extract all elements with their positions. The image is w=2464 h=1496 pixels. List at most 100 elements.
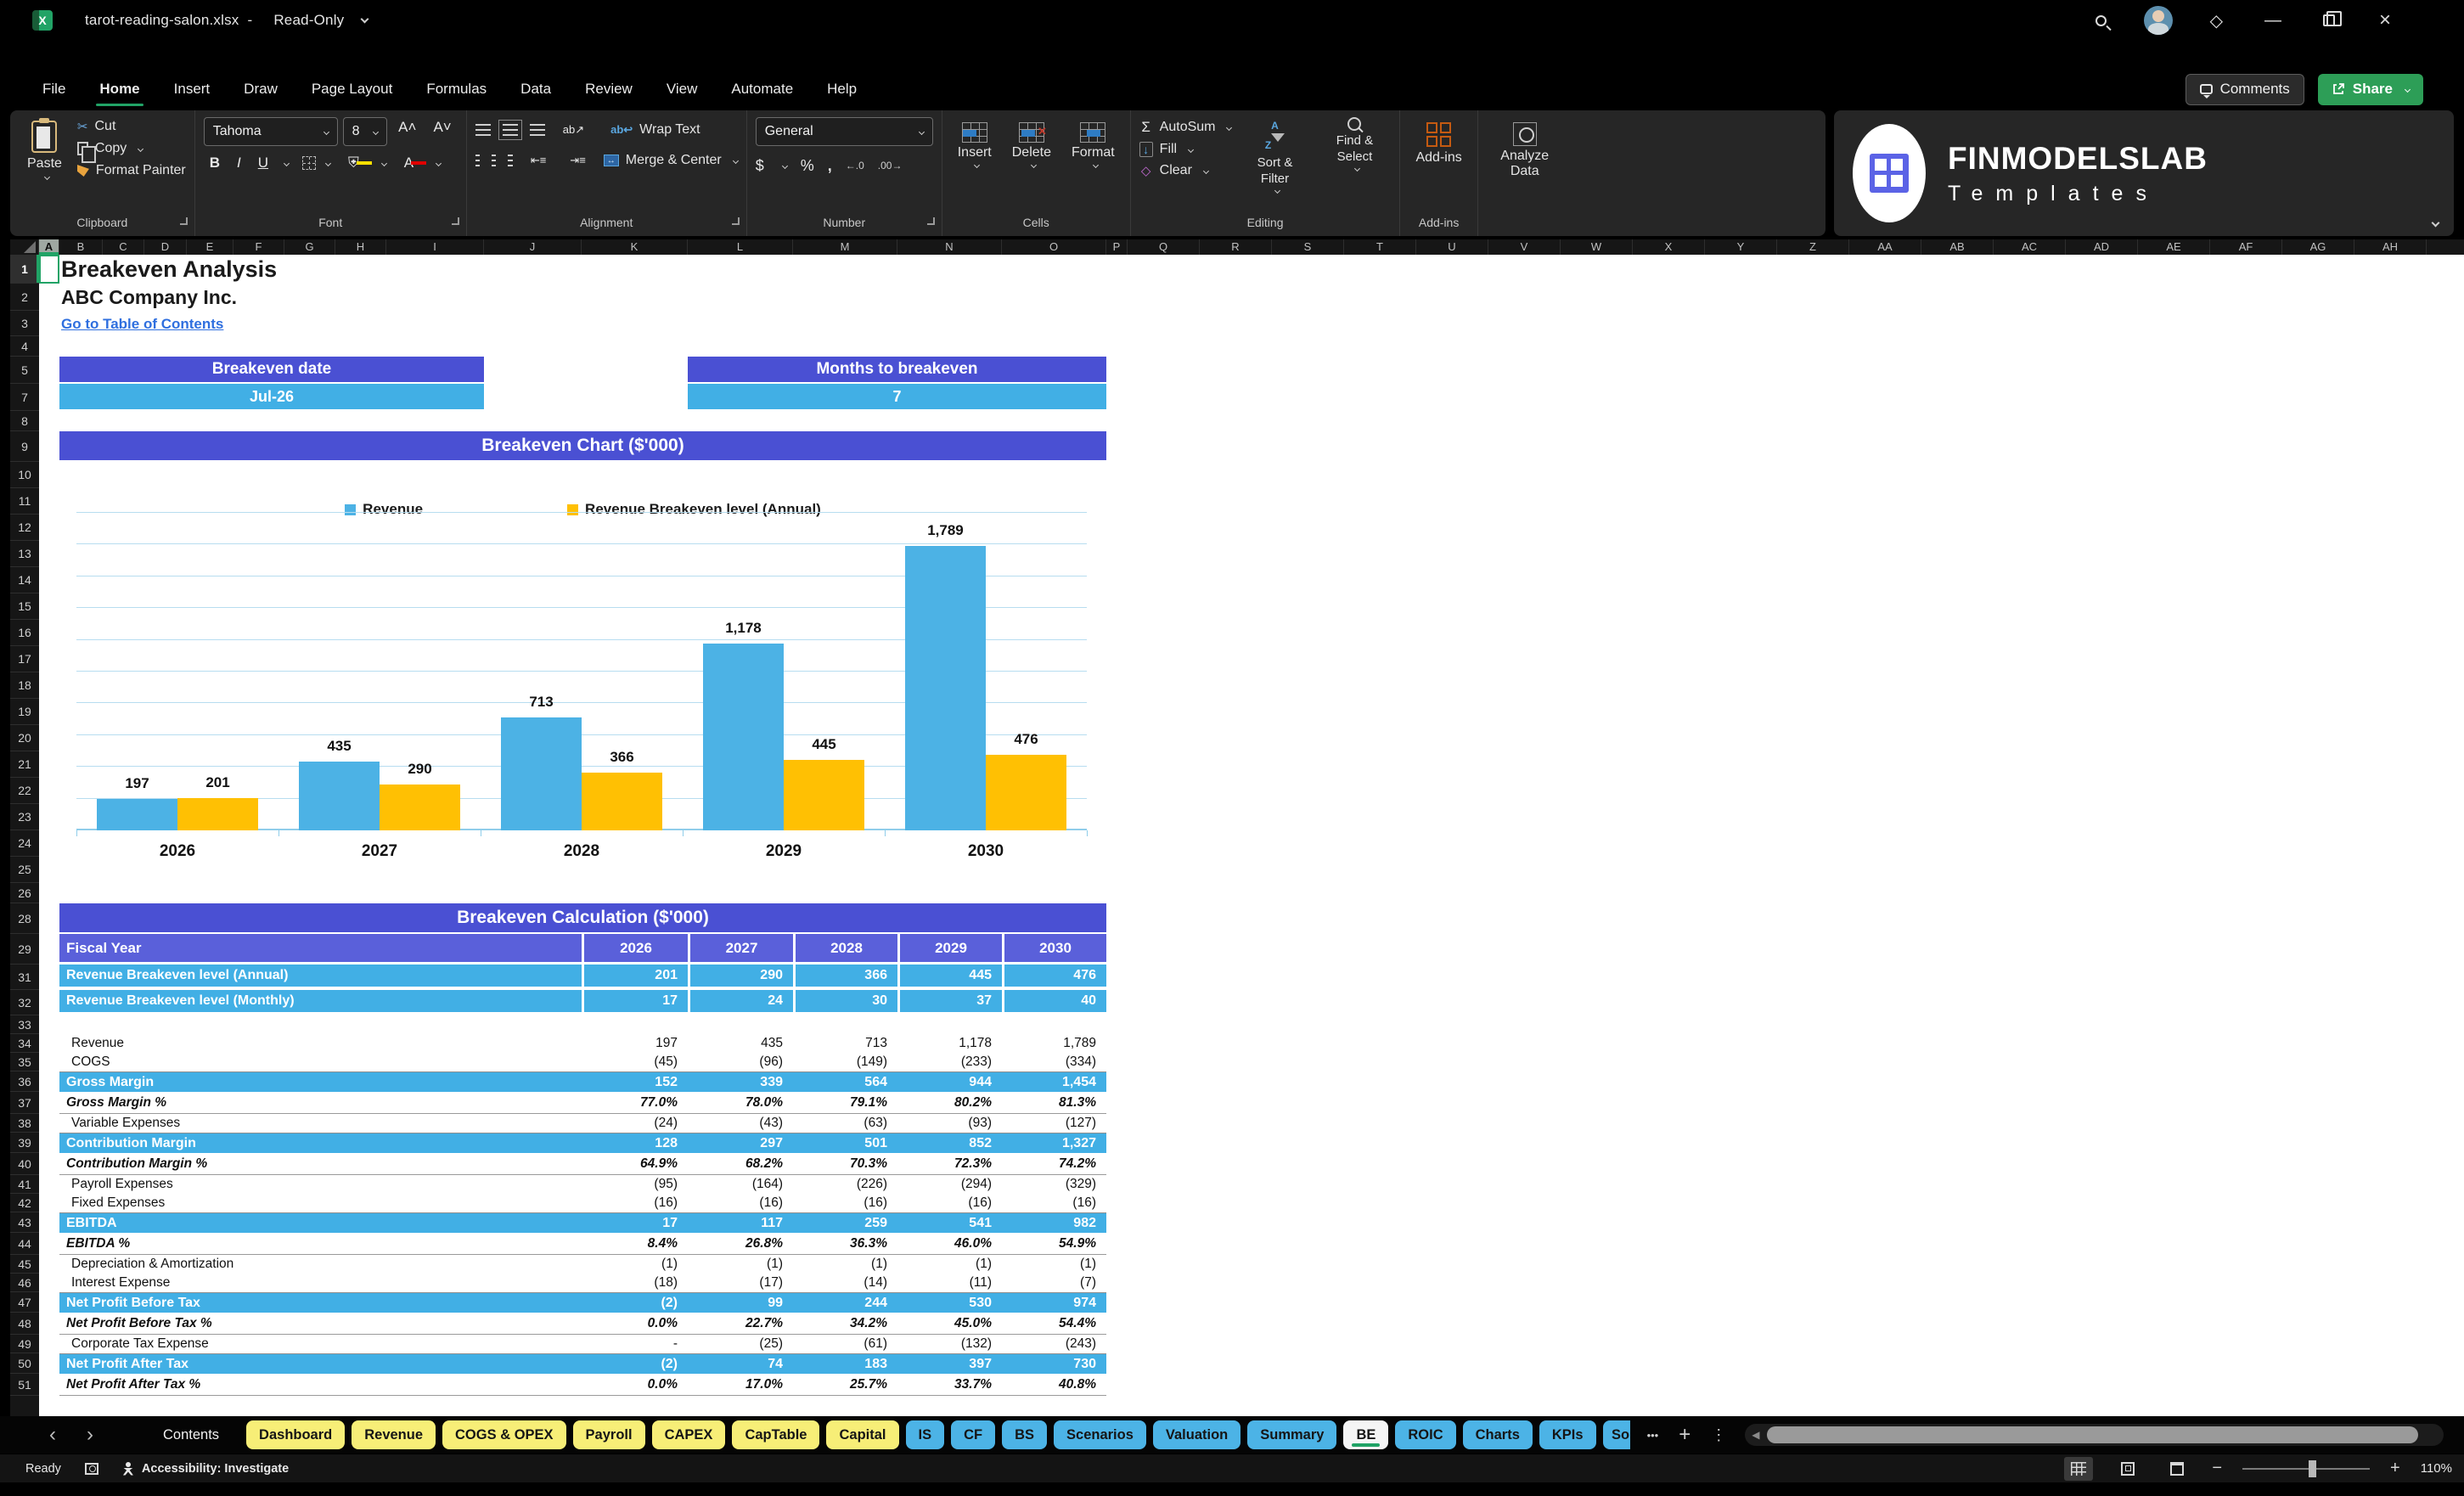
column-header-D[interactable]: D <box>144 239 187 255</box>
sheet-tab-contents[interactable]: Contents <box>143 1420 239 1449</box>
column-header-W[interactable]: W <box>1561 239 1633 255</box>
worksheet-grid[interactable]: Breakeven Analysis ABC Company Inc. Go t… <box>39 255 2464 1416</box>
sheet-tab-revenue[interactable]: Revenue <box>352 1420 436 1449</box>
table-cell[interactable]: 1,454 <box>1002 1072 1106 1092</box>
table-cell[interactable]: 80.2% <box>897 1092 1002 1113</box>
row-label[interactable]: Contribution Margin % <box>59 1153 582 1174</box>
sheet-tab-cf[interactable]: CF <box>951 1420 996 1449</box>
table-cell[interactable]: (127) <box>1002 1114 1106 1133</box>
row-header-13[interactable]: 13 <box>10 541 39 567</box>
column-header-J[interactable]: J <box>484 239 582 255</box>
tab-overflow-button[interactable]: ••• <box>1637 1429 1669 1442</box>
table-cell[interactable]: 8.4% <box>582 1233 688 1254</box>
table-cell[interactable]: 24 <box>688 990 793 1012</box>
table-cell[interactable]: 40 <box>1002 990 1106 1012</box>
table-cell[interactable]: 530 <box>897 1293 1002 1313</box>
row-label[interactable]: Variable Expenses <box>59 1114 582 1133</box>
table-cell[interactable]: (61) <box>793 1335 897 1353</box>
row-header-14[interactable]: 14 <box>10 567 39 593</box>
column-header-V[interactable]: V <box>1488 239 1561 255</box>
column-header-Q[interactable]: Q <box>1128 239 1200 255</box>
column-header-P[interactable]: P <box>1106 239 1128 255</box>
row-header-32[interactable]: 32 <box>10 990 39 1015</box>
row-header-40[interactable]: 40 <box>10 1153 39 1175</box>
table-cell[interactable]: (1) <box>1002 1255 1106 1274</box>
table-cell[interactable]: 501 <box>793 1133 897 1153</box>
premium-diamond-icon[interactable]: ◇ <box>2210 10 2223 31</box>
row-header-3[interactable]: 3 <box>10 311 39 336</box>
row-label[interactable]: Interest Expense <box>59 1274 582 1292</box>
table-cell[interactable]: (17) <box>688 1274 793 1292</box>
fiscal-year-2029[interactable]: 2029 <box>897 934 1002 962</box>
menu-tab-page-layout[interactable]: Page Layout <box>295 74 409 104</box>
minimize-button[interactable]: — <box>2260 11 2286 31</box>
table-cell[interactable]: 74 <box>688 1354 793 1374</box>
table-cell[interactable]: 64.9% <box>582 1153 688 1174</box>
table-cell[interactable]: 564 <box>793 1072 897 1092</box>
row-label[interactable]: Payroll Expenses <box>59 1175 582 1194</box>
table-cell[interactable]: 81.3% <box>1002 1092 1106 1113</box>
row-header-37[interactable]: 37 <box>10 1092 39 1114</box>
menu-tab-home[interactable]: Home <box>82 74 156 106</box>
column-header-B[interactable]: B <box>59 239 103 255</box>
sheet-tab-kpis[interactable]: KPIs <box>1539 1420 1596 1449</box>
table-cell[interactable]: (2) <box>582 1354 688 1374</box>
sheet-tab-bs[interactable]: BS <box>1002 1420 1048 1449</box>
table-cell[interactable]: (149) <box>793 1053 897 1071</box>
table-cell[interactable]: (334) <box>1002 1053 1106 1071</box>
table-cell[interactable]: 128 <box>582 1133 688 1153</box>
merge-center-button[interactable]: ↔ Merge & Center <box>603 153 739 168</box>
fiscal-year-2026[interactable]: 2026 <box>582 934 688 962</box>
row-header-23[interactable]: 23 <box>10 804 39 830</box>
table-cell[interactable]: 72.3% <box>897 1153 1002 1174</box>
sheet-tab-summary[interactable]: Summary <box>1247 1420 1337 1449</box>
row-header-17[interactable]: 17 <box>10 646 39 672</box>
decrease-indent-button[interactable]: ⇤≡ <box>525 152 552 169</box>
horizontal-scrollbar[interactable]: ◀ <box>1745 1424 2444 1446</box>
menu-tab-file[interactable]: File <box>25 74 82 104</box>
row-header-49[interactable]: 49 <box>10 1335 39 1353</box>
table-cell[interactable]: (63) <box>793 1114 897 1133</box>
table-cell[interactable]: 974 <box>1002 1293 1106 1313</box>
row-header-25[interactable]: 25 <box>10 857 39 883</box>
row-label[interactable]: Revenue Breakeven level (Annual) <box>59 965 582 987</box>
table-cell[interactable]: 982 <box>1002 1213 1106 1233</box>
table-cell[interactable]: 17 <box>582 1213 688 1233</box>
decrease-decimal-button[interactable]: .00→ <box>878 160 903 172</box>
column-header-AH[interactable]: AH <box>2354 239 2427 255</box>
align-bottom-button[interactable] <box>529 124 545 136</box>
title-chevron-icon[interactable] <box>360 14 369 24</box>
table-of-contents-link[interactable]: Go to Table of Contents <box>61 316 223 333</box>
column-header-N[interactable]: N <box>897 239 1002 255</box>
table-cell[interactable]: (45) <box>582 1053 688 1071</box>
row-label[interactable]: Contribution Margin <box>59 1133 582 1153</box>
share-button[interactable]: Share <box>2317 73 2423 105</box>
table-cell[interactable]: 713 <box>793 1034 897 1053</box>
column-header-M[interactable]: M <box>793 239 897 255</box>
row-label[interactable]: Net Profit Before Tax % <box>59 1313 582 1334</box>
table-cell[interactable]: 74.2% <box>1002 1153 1106 1174</box>
row-label[interactable]: COGS <box>59 1053 582 1071</box>
zoom-in-button[interactable]: + <box>2390 1459 2400 1478</box>
row-header-28[interactable]: 28 <box>10 903 39 934</box>
zoom-slider[interactable] <box>2242 1459 2371 1477</box>
table-cell[interactable] <box>688 1015 793 1034</box>
analyze-data-button[interactable]: Analyze Data <box>1487 122 1563 179</box>
font-dialog-launcher-icon[interactable] <box>451 217 459 225</box>
column-header-G[interactable]: G <box>284 239 335 255</box>
fill-button[interactable]: ↓ Fill <box>1139 142 1232 157</box>
table-cell[interactable] <box>1002 1015 1106 1034</box>
breakeven-date-header[interactable]: Breakeven date <box>59 357 484 382</box>
table-cell[interactable]: 37 <box>897 990 1002 1012</box>
normal-view-button[interactable] <box>2064 1456 2094 1481</box>
table-cell[interactable]: 79.1% <box>793 1092 897 1113</box>
table-cell[interactable]: 152 <box>582 1072 688 1092</box>
column-header-E[interactable]: E <box>187 239 233 255</box>
row-header-5[interactable]: 5 <box>10 357 39 384</box>
scroll-left-icon[interactable]: ◀ <box>1745 1429 1759 1441</box>
align-center-button[interactable] <box>492 155 497 166</box>
table-cell[interactable]: 78.0% <box>688 1092 793 1113</box>
table-cell[interactable]: (294) <box>897 1175 1002 1194</box>
table-cell[interactable]: 1,178 <box>897 1034 1002 1053</box>
table-cell[interactable]: 68.2% <box>688 1153 793 1174</box>
